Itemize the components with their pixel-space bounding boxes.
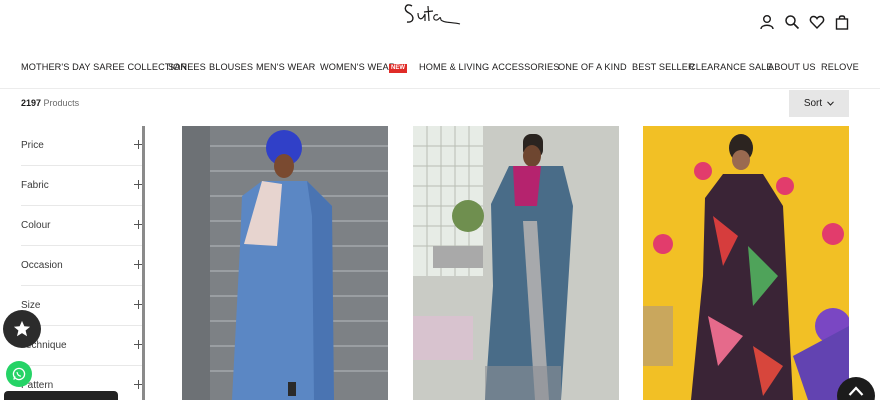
product-card[interactable] (643, 126, 849, 400)
product-image-grey-blue-saree (413, 126, 619, 400)
cart-bag-icon[interactable] (834, 14, 850, 30)
collection-toolbar: 2197 Products Sort (0, 88, 880, 118)
filter-scrollbar[interactable] (142, 126, 145, 400)
filter-label: Occasion (21, 260, 63, 271)
chevron-down-icon (827, 101, 835, 106)
nav-item-about-us[interactable]: ABOUT US (768, 62, 816, 72)
filter-label: Fabric (21, 180, 49, 191)
suta-signature-logo-icon (404, 4, 461, 25)
whatsapp-icon (12, 367, 26, 381)
product-count-number: 2197 (21, 98, 42, 108)
site-header: MOTHER'S DAY SAREE COLLECTION SAREES BLO… (0, 0, 880, 88)
header-actions (759, 14, 850, 30)
product-count: 2197 Products (21, 98, 79, 108)
filter-label: Price (21, 140, 44, 151)
filter-sidebar: Price Fabric Colour Occasion Size Techni… (21, 126, 143, 400)
nav-item-clearance-sale[interactable]: CLEARANCE SALE (689, 62, 773, 72)
nav-item-mens-wear[interactable]: MEN'S WEAR (256, 62, 315, 72)
nav-item-best-seller[interactable]: BEST SELLER (632, 62, 695, 72)
filter-colour[interactable]: Colour (21, 206, 143, 246)
product-count-suffix: Products (43, 98, 80, 108)
nav-item-accessories[interactable]: ACCESSORIES (492, 62, 559, 72)
product-image-blue-saree (182, 126, 388, 400)
nav-item-blouses[interactable]: BLOUSES (209, 62, 253, 72)
filter-occasion[interactable]: Occasion (21, 246, 143, 286)
chat-bar[interactable] (4, 391, 118, 400)
main-navigation: MOTHER'S DAY SAREE COLLECTION SAREES BLO… (0, 62, 880, 80)
account-icon[interactable] (759, 14, 775, 30)
nav-item-one-of-a-kind[interactable]: ONE OF A KIND (558, 62, 627, 72)
filter-fabric[interactable]: Fabric (21, 166, 143, 206)
chevron-up-icon (848, 386, 864, 396)
nav-item-sarees[interactable]: SAREES (168, 62, 206, 72)
filter-size[interactable]: Size (21, 286, 143, 326)
suta-logo[interactable] (400, 0, 466, 30)
product-card[interactable] (182, 126, 388, 400)
star-icon (13, 320, 31, 337)
filter-price[interactable]: Price (21, 126, 143, 166)
nav-item-relove[interactable]: RELOVE (821, 62, 859, 72)
wishlist-heart-icon[interactable] (809, 14, 825, 30)
sort-label: Sort (803, 98, 823, 109)
sort-button[interactable]: Sort (789, 90, 849, 117)
product-card[interactable] (413, 126, 619, 400)
product-image-floral-saree (643, 126, 849, 400)
nav-item-home-living[interactable]: HOME & LIVING (419, 62, 489, 72)
nav-item-womens-wear[interactable]: WOMEN'S WEAR (320, 62, 395, 72)
filter-label: Colour (21, 220, 51, 231)
whatsapp-button[interactable] (6, 361, 32, 387)
reviews-star-button[interactable] (3, 310, 41, 348)
search-icon[interactable] (784, 14, 800, 30)
nav-item-mothers-day[interactable]: MOTHER'S DAY SAREE COLLECTION (21, 62, 187, 72)
new-badge: NEW (389, 64, 407, 73)
